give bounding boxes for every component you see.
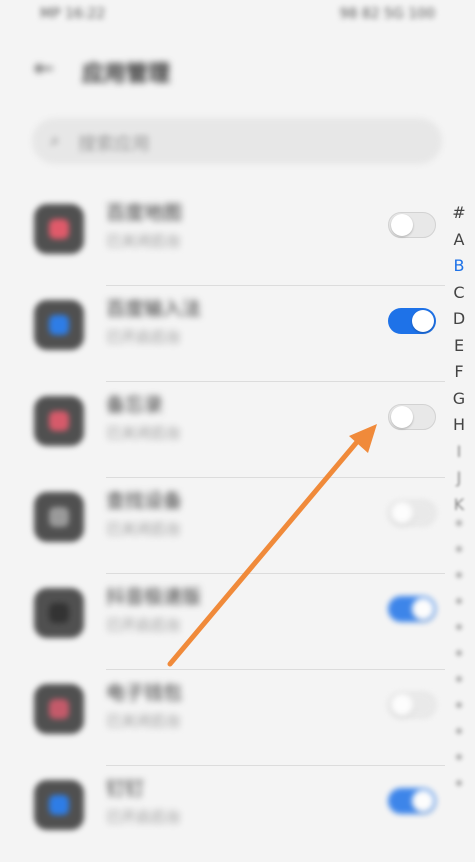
annotation-arrow-icon [167, 424, 377, 667]
